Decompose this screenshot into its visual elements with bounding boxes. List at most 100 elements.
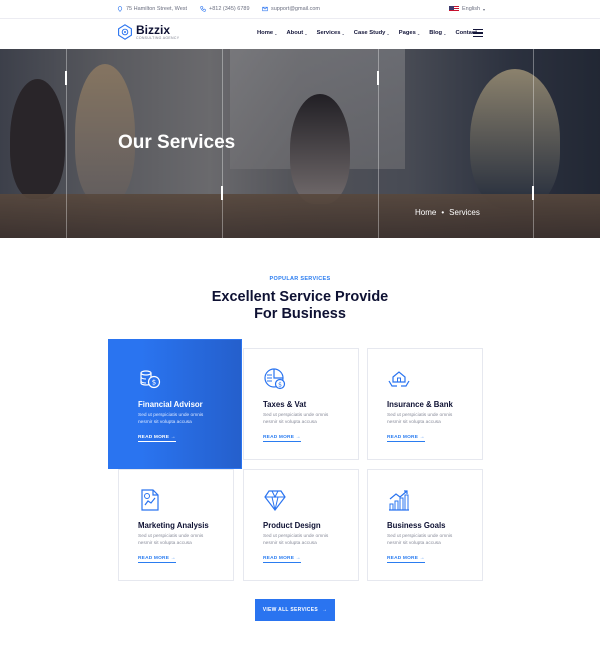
service-card-business-goals[interactable]: Business Goals Sed ut perspiciatis unde … — [367, 469, 483, 581]
read-more-label: READ MORE — [387, 435, 419, 440]
nav-item-blog[interactable]: Blog ⌄ — [429, 30, 446, 36]
mail-icon — [262, 6, 268, 12]
service-title: Financial Advisor — [138, 400, 203, 409]
read-more-link[interactable]: READ MORE → — [387, 556, 425, 563]
arrow-right-icon: → — [321, 607, 328, 613]
analysis-report-icon — [138, 488, 162, 512]
read-more-label: READ MORE — [387, 556, 419, 561]
email-info[interactable]: support@gmail.com — [262, 6, 320, 12]
arrow-right-icon: → — [295, 435, 301, 440]
page-title: Our Services — [118, 132, 236, 153]
section-heading-line: For Business — [254, 306, 346, 322]
chevron-down-icon: ▾ — [483, 6, 486, 12]
breadcrumb-separator: • — [441, 208, 445, 217]
service-title: Product Design — [263, 521, 321, 530]
tax-chart-icon: $ — [263, 367, 287, 391]
arrow-right-icon: → — [295, 556, 301, 561]
address-text: 75 Hamilton Street, West — [126, 6, 188, 12]
hero-overlay — [0, 49, 600, 238]
breadcrumb-current: Services — [449, 208, 480, 217]
read-more-link[interactable]: READ MORE → — [138, 435, 176, 442]
nav-item-home[interactable]: Home ⌄ — [257, 30, 277, 36]
chevron-down-icon: ⌄ — [274, 30, 278, 36]
button-label: VIEW ALL SERVICES — [262, 607, 318, 613]
service-description: Sed ut perspiciatis unde omnis nesmir si… — [387, 413, 453, 425]
service-title: Taxes & Vat — [263, 400, 307, 409]
service-title: Marketing Analysis — [138, 521, 209, 530]
hero-divider-line — [533, 49, 534, 238]
read-more-link[interactable]: READ MORE → — [387, 435, 425, 442]
phone-icon — [200, 6, 206, 12]
nav-label: Blog — [429, 30, 443, 36]
hero-line-marker — [65, 71, 67, 85]
chevron-down-icon: ⌄ — [386, 30, 390, 36]
read-more-label: READ MORE — [263, 435, 295, 440]
growth-chart-icon — [387, 488, 411, 512]
service-title: Insurance & Bank — [387, 400, 453, 409]
nav-item-about[interactable]: About ⌄ — [286, 30, 307, 36]
view-all-services-button[interactable]: VIEW ALL SERVICES → — [255, 599, 335, 621]
arrow-right-icon: → — [419, 435, 425, 440]
location-pin-icon — [117, 6, 123, 12]
address-info: 75 Hamilton Street, West — [117, 6, 187, 12]
house-hands-icon — [387, 367, 411, 391]
page-hero-banner: Our Services Home • Services — [0, 49, 600, 238]
nav-label: Home — [257, 30, 274, 36]
nav-label: Pages — [398, 30, 416, 36]
service-card-financial-advisor[interactable]: $ Financial Advisor Sed ut perspiciatis … — [108, 339, 242, 469]
phone-text[interactable]: +812 (345) 6789 — [209, 6, 250, 12]
chevron-down-icon: ⌄ — [416, 30, 421, 36]
breadcrumb-home-link[interactable]: Home — [415, 208, 436, 217]
read-more-link[interactable]: READ MORE → — [263, 435, 301, 442]
service-card-marketing-analysis[interactable]: Marketing Analysis Sed ut perspiciatis u… — [118, 469, 234, 581]
brand-name: Bizzix — [136, 22, 171, 37]
read-more-label: READ MORE — [263, 556, 295, 561]
arrow-right-icon: → — [170, 435, 176, 440]
nav-label: Services — [316, 30, 341, 36]
nav-item-case-study[interactable]: Case Study ⌄ — [354, 30, 390, 36]
email-text[interactable]: support@gmail.com — [271, 6, 320, 12]
breadcrumb: Home • Services — [415, 208, 480, 217]
arrow-right-icon: → — [170, 556, 176, 561]
nav-label: About — [286, 30, 304, 36]
main-header: Bizzix CONSULTING AGENCY Home ⌄ About ⌄ Se… — [0, 19, 600, 49]
read-more-link[interactable]: READ MORE → — [138, 556, 176, 563]
brand-tagline: CONSULTING AGENCY — [136, 35, 180, 40]
service-title: Business Goals — [387, 521, 446, 530]
read-more-link[interactable]: READ MORE → — [263, 556, 301, 563]
service-description: Sed ut perspiciatis unde omnis nesmir si… — [138, 534, 204, 546]
us-flag-icon — [449, 6, 459, 12]
coins-icon: $ — [138, 367, 162, 391]
brand-logo[interactable]: Bizzix CONSULTING AGENCY — [117, 24, 179, 40]
service-description: Sed ut perspiciatis unde omnis nesmir si… — [263, 413, 329, 425]
nav-item-services[interactable]: Services ⌄ — [317, 30, 345, 36]
section-heading: Excellent Service Provide For Business — [0, 289, 600, 323]
service-description: Sed ut perspiciatis unde omnis nesmir si… — [138, 413, 204, 425]
section-heading-line: Excellent Service Provide — [211, 289, 389, 305]
svg-text:$: $ — [278, 381, 282, 388]
top-info-bar: 75 Hamilton Street, West +812 (345) 6789… — [0, 0, 600, 19]
service-description: Sed ut perspiciatis unde omnis nesmir si… — [263, 534, 329, 546]
nav-item-pages[interactable]: Pages ⌄ — [399, 30, 420, 36]
chevron-down-icon: ⌄ — [304, 30, 308, 36]
chevron-down-icon: ⌄ — [443, 30, 447, 36]
logo-mark-icon — [118, 24, 132, 40]
svg-text:$: $ — [152, 379, 156, 387]
chevron-down-icon: ⌄ — [341, 30, 345, 36]
read-more-label: READ MORE — [138, 435, 170, 440]
arrow-right-icon: → — [419, 556, 425, 561]
service-card-taxes-vat[interactable]: $ Taxes & Vat Sed ut perspiciatis unde o… — [243, 348, 359, 460]
service-card-product-design[interactable]: Product Design Sed ut perspiciatis unde … — [243, 469, 359, 581]
main-nav: Home ⌄ About ⌄ Services ⌄ Case Study ⌄ Pages… — [257, 30, 477, 36]
phone-info[interactable]: +812 (345) 6789 — [200, 6, 250, 12]
diamond-icon — [263, 488, 287, 512]
service-card-insurance-bank[interactable]: Insurance & Bank Sed ut perspiciatis und… — [367, 348, 483, 460]
hamburger-menu-icon[interactable] — [473, 29, 483, 37]
nav-label: Case Study — [353, 30, 386, 36]
language-selector[interactable]: English ▾ — [449, 6, 485, 12]
service-description: Sed ut perspiciatis unde omnis nesmir si… — [387, 534, 453, 546]
read-more-label: READ MORE — [138, 556, 170, 561]
hero-line-marker — [221, 186, 223, 200]
hero-line-marker — [532, 186, 534, 200]
section-eyebrow: POPULAR SERVICES — [269, 276, 331, 282]
